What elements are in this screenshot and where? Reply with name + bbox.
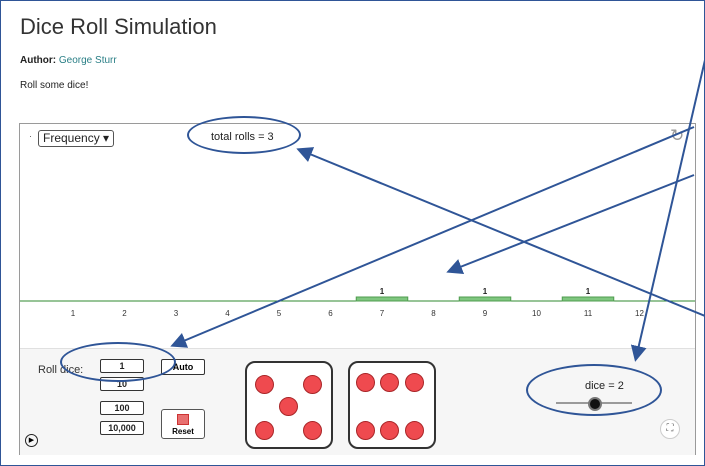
arrow-to-roll-dice bbox=[170, 126, 695, 348]
arrow-to-histogram bbox=[446, 174, 695, 275]
arrow-to-dice-slider bbox=[630, 59, 705, 362]
arrow-to-total-rolls bbox=[296, 147, 705, 317]
annotation-arrows bbox=[170, 59, 705, 362]
